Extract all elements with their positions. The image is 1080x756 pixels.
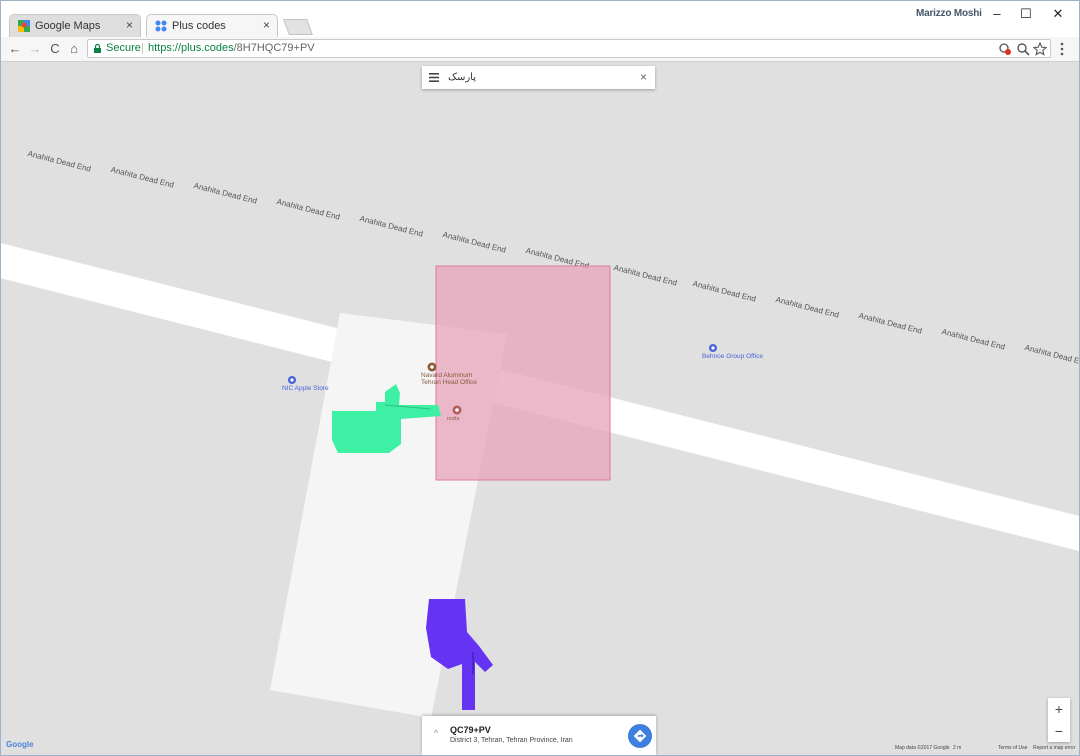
tab-title: Plus codes (172, 20, 226, 32)
zoom-controls: + − (1048, 698, 1070, 742)
zoom-icon[interactable] (1016, 42, 1030, 56)
search-input[interactable]: پارسک (448, 72, 476, 83)
zoom-out-button[interactable]: − (1048, 720, 1070, 742)
url-host: https://plus.codes (148, 42, 234, 54)
plus-code-title: QC79+PV (450, 725, 491, 735)
close-icon[interactable]: × (263, 18, 270, 32)
tab-strip: Google Maps × Plus codes × Marizzo Moshi… (1, 1, 1079, 37)
url-text[interactable]: https://plus.codes/8H7HQC79+PV (148, 40, 315, 57)
directions-button[interactable] (628, 724, 652, 748)
map-attribution: Map data ©2017 Google (895, 745, 950, 751)
map-scale[interactable]: 2 m (953, 745, 961, 751)
close-icon[interactable]: × (640, 70, 647, 84)
profile-name[interactable]: Marizzo Moshi (916, 8, 982, 19)
tab-title: Google Maps (35, 20, 101, 32)
purple-pointing-hand-icon (426, 599, 493, 710)
tab-plus-codes[interactable]: Plus codes × (146, 14, 278, 37)
url-separator: | (141, 42, 144, 54)
poi-label-line1[interactable]: Navard Aluminum (421, 372, 472, 379)
plus-code-card[interactable]: ^ QC79+PV District 3, Tehran, Tehran Pro… (422, 716, 656, 755)
directions-icon (633, 729, 647, 743)
toolbar: ← → C ⌂ Secure | https://plus.codes/8H7H… (1, 37, 1079, 62)
poi-marker-nic-apple-store (288, 376, 296, 384)
poi-marker-rozita (452, 405, 462, 415)
hamburger-menu-icon[interactable] (429, 73, 439, 82)
poi-label-line2[interactable]: Tehran Head Office (421, 379, 477, 386)
poi-marker-behnoe-group (709, 344, 717, 352)
maximize-button[interactable]: ☐ (1013, 5, 1039, 23)
new-tab-button[interactable] (283, 19, 313, 35)
minimize-button[interactable]: – (984, 5, 1010, 23)
chevron-up-icon[interactable]: ^ (434, 728, 438, 738)
forward-arrow-icon[interactable]: → (26, 40, 44, 58)
star-icon[interactable] (1033, 42, 1047, 56)
map-canvas[interactable]: Anahita Dead End Anahita Dead End Anahit… (1, 62, 1079, 755)
secure-label: Secure (106, 42, 141, 54)
tab-google-maps[interactable]: Google Maps × (9, 14, 141, 37)
terms-link[interactable]: Terms of Use (998, 745, 1027, 751)
poi-label-nic-apple-store[interactable]: NIC Apple Store (282, 385, 329, 392)
reload-icon[interactable]: C (46, 40, 64, 58)
poi-marker-navard-aluminum (427, 362, 437, 372)
menu-dots-icon[interactable] (1059, 41, 1065, 57)
back-arrow-icon[interactable]: ← (6, 40, 24, 58)
plus-code-address: District 3, Tehran, Tehran Province, Ira… (450, 737, 573, 744)
browser-window: Google Maps × Plus codes × Marizzo Moshi… (0, 0, 1080, 756)
poi-label-behnoe-group[interactable]: Behnoe Group Office (702, 353, 763, 360)
map-overlays (270, 265, 717, 718)
zoom-in-button[interactable]: + (1048, 698, 1070, 720)
google-logo: Google (6, 740, 34, 749)
lock-icon (94, 44, 101, 53)
home-icon[interactable]: ⌂ (65, 40, 83, 58)
location-blocked-icon[interactable] (998, 42, 1012, 56)
address-bar[interactable]: Secure | https://plus.codes/8H7HQC79+PV (87, 39, 1051, 58)
search-box[interactable]: پارسک × (422, 66, 655, 89)
google-maps-icon (18, 20, 30, 32)
url-path: /8H7HQC79+PV (233, 42, 315, 54)
poi-label-rozita[interactable]: rozita (447, 416, 459, 422)
plus-codes-icon (155, 20, 167, 32)
close-icon[interactable]: × (126, 18, 133, 32)
close-window-button[interactable]: ✕ (1045, 5, 1071, 23)
report-error-link[interactable]: Report a map error (1033, 745, 1075, 751)
